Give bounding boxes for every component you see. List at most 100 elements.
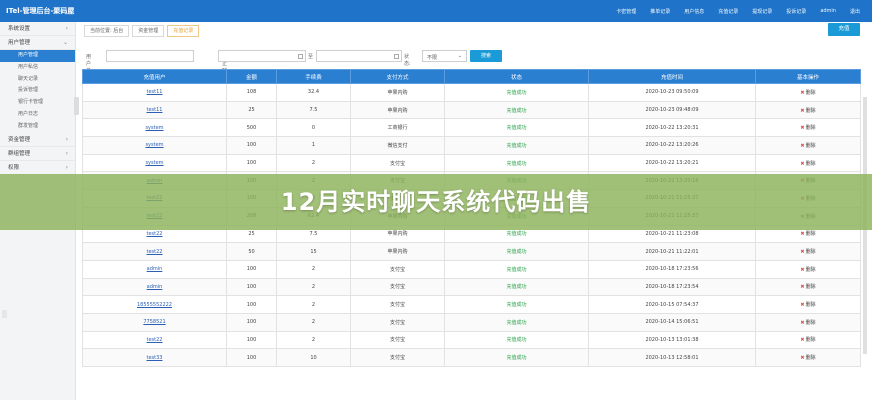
col-header-actions: 基本操作	[755, 69, 861, 84]
sidebar-group-groups[interactable]: 群组管理 ›	[0, 147, 75, 161]
delete-button[interactable]: ✖删除	[755, 348, 861, 367]
cell-amount: 100	[226, 330, 277, 350]
cell-status: 充值成功	[444, 295, 589, 314]
delete-button[interactable]: ✖删除	[755, 118, 861, 138]
sidebar-group-system-settings[interactable]: 系统设置 ›	[0, 22, 75, 36]
sidebar-collapse-handle[interactable]	[74, 97, 79, 115]
search-button[interactable]: 搜索	[470, 50, 502, 62]
tab-funds[interactable]: 资金管理	[132, 25, 165, 37]
col-header-fee: 手续费	[276, 69, 351, 84]
cell-amount: 100	[226, 259, 277, 279]
delete-button[interactable]: ✖删除	[755, 277, 861, 297]
cell-user[interactable]: test33	[82, 348, 227, 367]
cell-user[interactable]: test22	[82, 242, 227, 261]
calendar-icon	[298, 54, 303, 59]
delete-button[interactable]: ✖删除	[755, 242, 861, 261]
cell-user[interactable]: 7758521	[82, 312, 227, 332]
tab-recharge-records[interactable]: 充值记录	[167, 25, 200, 37]
delete-button[interactable]: ✖删除	[755, 153, 861, 173]
delete-button[interactable]: ✖删除	[755, 330, 861, 350]
cell-status: 充值成功	[444, 330, 589, 350]
sidebar-item-user-logs[interactable]: 用户日志	[0, 109, 75, 121]
cell-time: 2020-10-23 09:48:09	[588, 100, 756, 120]
chevron-right-icon: ›	[65, 163, 68, 171]
cell-payment: 苹果内购	[350, 83, 445, 102]
cell-payment: 苹果内购	[350, 100, 445, 120]
delete-label: 删除	[805, 89, 816, 96]
top-nav-withdraw-records[interactable]: 提现记录	[752, 8, 772, 15]
cell-status: 充值成功	[444, 348, 589, 367]
cell-status: 充值成功	[444, 118, 589, 138]
delete-label: 删除	[805, 266, 816, 273]
sidebar-group-label: 资金管理	[8, 136, 31, 143]
sidebar-item-private-messages[interactable]: 用户私信	[0, 62, 75, 74]
sidebar-scroll-handle[interactable]	[2, 310, 7, 318]
sidebar-item-chat-records[interactable]: 聊天记录	[0, 74, 75, 86]
cell-fee: 2	[276, 330, 351, 350]
cell-payment: 工商银行	[350, 118, 445, 138]
delete-button[interactable]: ✖删除	[755, 312, 861, 332]
cell-user[interactable]: system	[82, 118, 227, 138]
cell-user[interactable]: test11	[82, 100, 227, 120]
delete-button[interactable]: ✖删除	[755, 100, 861, 120]
col-header-amount: 金额	[226, 69, 277, 84]
delete-icon: ✖	[800, 355, 805, 362]
delete-button[interactable]: ✖删除	[755, 136, 861, 155]
cell-status: 充值成功	[444, 259, 589, 279]
cell-user[interactable]: admin	[82, 277, 227, 297]
cell-fee: 0	[276, 118, 351, 138]
delete-label: 删除	[805, 125, 816, 132]
cell-time: 2020-10-21 11:22:01	[588, 242, 756, 261]
cell-time: 2020-10-22 13:20:26	[588, 136, 756, 155]
delete-label: 删除	[805, 355, 816, 362]
cell-user[interactable]: 18555552222	[82, 295, 227, 314]
calendar-icon	[394, 54, 399, 59]
delete-icon: ✖	[800, 160, 805, 167]
top-nav-card-keys[interactable]: 卡密管理	[616, 8, 636, 15]
cell-fee: 2	[276, 277, 351, 297]
cell-user[interactable]: test11	[82, 83, 227, 102]
sidebar-group-label: 系统设置	[8, 26, 31, 32]
cell-fee: 7.5	[276, 100, 351, 120]
status-label: 状态:	[404, 54, 411, 67]
top-nav-push-records[interactable]: 推单记录	[650, 8, 670, 15]
cell-user[interactable]: admin	[82, 259, 227, 279]
cell-fee: 2	[276, 259, 351, 279]
username-input[interactable]	[106, 50, 194, 62]
cell-payment: 支付宝	[350, 153, 445, 173]
top-bar: ITel-管理后台-聚码屋 卡密管理 推单记录 用户信息 充值记录 提现记录 投…	[0, 0, 872, 22]
top-nav: 卡密管理 推单记录 用户信息 充值记录 提现记录 投诉记录 admin 退出	[616, 8, 860, 15]
table-row: 7758521 100 2 支付宝 充值成功 2020-10-14 15:06:51 ✖删除	[82, 312, 861, 332]
top-nav-admin-user[interactable]: admin	[820, 8, 836, 15]
cell-user[interactable]: system	[82, 153, 227, 173]
sidebar-group-user-management[interactable]: 用户管理 ⌄	[0, 36, 75, 50]
col-header-status: 状态	[444, 69, 589, 84]
top-nav-complaint-records[interactable]: 投诉记录	[786, 8, 806, 15]
sidebar-group-funds[interactable]: 资金管理 ›	[0, 133, 75, 147]
cell-time: 2020-10-22 13:20:31	[588, 118, 756, 138]
table-row: test11 108 32.4 苹果内购 充值成功 2020-10-23 09:50:09…	[82, 83, 861, 102]
delete-button[interactable]: ✖删除	[755, 83, 861, 102]
table-row: test22 100 2 支付宝 充值成功 2020-10-13 13:01:38 ✖删除	[82, 330, 861, 350]
sidebar-item-complaints[interactable]: 投诉管理	[0, 85, 75, 97]
end-time-input[interactable]	[316, 50, 402, 62]
status-select[interactable]: 不限 ⌄	[422, 50, 467, 62]
delete-icon: ✖	[800, 337, 805, 344]
delete-button[interactable]: ✖删除	[755, 295, 861, 314]
cell-user[interactable]: test22	[82, 330, 227, 350]
col-header-payment: 支付方式	[350, 69, 445, 84]
sidebar-item-user-management[interactable]: 用户管理	[0, 50, 75, 62]
sidebar-item-bank-cards[interactable]: 银行卡管理	[0, 97, 75, 109]
cell-status: 充值成功	[444, 136, 589, 155]
recharge-button[interactable]: 充值	[828, 23, 860, 36]
delete-icon: ✖	[800, 284, 805, 291]
top-nav-logout[interactable]: 退出	[850, 8, 860, 15]
start-time-input[interactable]	[218, 50, 306, 62]
top-nav-recharge-records[interactable]: 充值记录	[718, 8, 738, 15]
cell-user[interactable]: system	[82, 136, 227, 155]
delete-button[interactable]: ✖删除	[755, 259, 861, 279]
chevron-right-icon: ›	[65, 135, 68, 143]
sidebar-item-mass-messages[interactable]: 群发管理	[0, 121, 75, 133]
top-nav-user-info[interactable]: 用户信息	[684, 8, 704, 15]
sidebar-group-permissions[interactable]: 权限 ›	[0, 161, 75, 175]
